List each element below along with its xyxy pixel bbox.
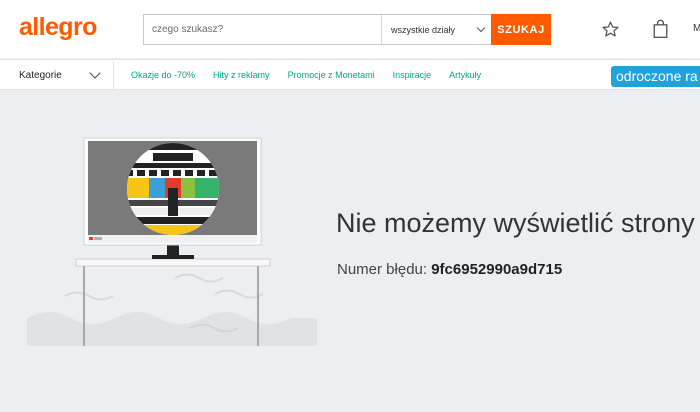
error-code-line: Numer błędu: 9fc6952990a9d715 [337,261,562,278]
category-dropdown[interactable]: wszystkie działy [381,15,491,44]
error-code-label: Numer błędu: [337,261,428,278]
cart-button[interactable] [649,18,671,40]
nav-link-hity[interactable]: Hity z reklamy [213,70,270,80]
error-title: Nie możemy wyświetlić strony [336,208,695,238]
chevron-down-icon [89,66,101,79]
account-link[interactable]: M [693,23,700,34]
categories-label: Kategorie [19,69,62,81]
star-icon [602,21,618,37]
nav-link-artykuly[interactable]: Artykuły [449,70,481,80]
shopping-bag-icon [653,19,667,38]
allegro-logo[interactable]: allegro [19,13,97,42]
categories-dropdown[interactable]: Kategorie [6,61,114,89]
watchlist-button[interactable] [599,18,621,40]
nav-link-inspiracje[interactable]: Inspiracje [393,70,432,80]
error-code-value: 9fc6952990a9d715 [431,261,563,278]
nav-links: Okazje do -70% Hity z reklamy Promocje z… [131,60,499,89]
category-dropdown-value: wszystkie działy [391,24,456,35]
search-button[interactable]: SZUKAJ [491,14,551,45]
nav-link-promocje[interactable]: Promocje z Monetami [288,70,375,80]
nav-link-okazje[interactable]: Okazje do -70% [131,70,195,80]
navigation-bar: Kategorie Okazje do -70% Hity z reklamy … [0,59,700,90]
top-header: allegro wszystkie działy SZUKAJ M [0,0,700,58]
search-input[interactable] [144,15,381,44]
error-illustration [27,137,317,346]
promo-banner[interactable]: odroczone ra [611,66,700,87]
search-bar: wszystkie działy SZUKAJ [143,14,551,45]
chevron-down-icon [476,23,486,33]
